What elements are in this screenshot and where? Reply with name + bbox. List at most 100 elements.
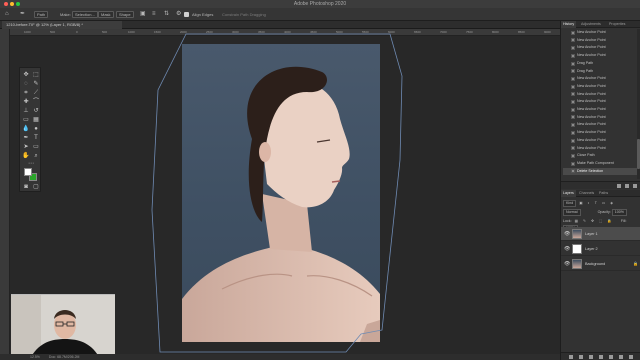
layer-row-background[interactable]: 👁 Background 🔒 — [561, 257, 640, 271]
filter-icons[interactable]: ▣ ◐ T ▭ ◈ — [579, 201, 615, 205]
history-brush-tool-icon[interactable]: ↺ — [32, 107, 40, 115]
crop-tool-icon[interactable]: ⌗ — [22, 89, 30, 97]
quick-mask-icon[interactable]: ◙ — [22, 183, 30, 191]
history-state-item[interactable]: Drag Path — [563, 60, 637, 68]
history-state-icon — [571, 84, 575, 89]
lasso-tool-icon[interactable]: ◌ — [22, 80, 30, 88]
history-state-icon — [571, 76, 575, 81]
history-state-label: New Anchor Point — [577, 137, 606, 142]
layer-row-layer-1[interactable]: 👁 Layer 1 — [561, 227, 640, 241]
brush-tool-icon[interactable]: ⌒ — [32, 98, 40, 106]
eyedropper-tool-icon[interactable]: ⟋ — [32, 89, 40, 97]
blend-mode-select[interactable]: Normal — [563, 209, 581, 216]
zoom-level[interactable]: 12.5% — [30, 355, 40, 359]
history-state-icon — [571, 138, 575, 143]
type-tool-icon[interactable]: T — [32, 134, 40, 142]
history-state-item[interactable]: Close Path — [563, 152, 637, 160]
link-layers-icon[interactable] — [569, 355, 573, 359]
zoom-tool-icon[interactable]: ⌕ — [32, 152, 40, 160]
layer-name[interactable]: Background — [585, 257, 605, 271]
opacity-label: Opacity: — [597, 210, 611, 214]
opacity-field[interactable]: 100% — [611, 209, 627, 216]
history-state-item[interactable]: New Anchor Point — [563, 106, 637, 114]
history-state-label: Delete Selection — [577, 168, 604, 173]
history-state-icon — [571, 169, 575, 174]
layers-panel-tabs: Layers Channels Paths — [561, 190, 640, 197]
history-state-item[interactable]: New Anchor Point — [563, 29, 637, 37]
visibility-eye-icon[interactable]: 👁 — [564, 231, 570, 237]
history-state-item[interactable]: New Anchor Point — [563, 91, 637, 99]
pen-tool-icon[interactable]: ✒ — [22, 134, 30, 142]
marquee-tool-icon[interactable]: ⬚ — [32, 71, 40, 79]
blur-tool-icon[interactable]: 💧 — [22, 125, 30, 133]
tab-properties[interactable]: Properties — [607, 21, 627, 28]
adjustment-layer-icon[interactable] — [599, 355, 603, 359]
history-state-item[interactable]: Drag Path — [563, 68, 637, 76]
path-selection-tool-icon[interactable]: ➤ — [22, 143, 30, 151]
history-state-item[interactable]: New Anchor Point — [563, 98, 637, 106]
history-state-label: New Anchor Point — [577, 107, 606, 111]
history-state-icon — [571, 100, 575, 105]
quick-select-tool-icon[interactable]: ✎ — [32, 80, 40, 88]
clone-stamp-tool-icon[interactable]: ⊥ — [22, 107, 30, 115]
spot-healing-tool-icon[interactable]: ✚ — [22, 98, 30, 106]
history-state-item[interactable]: New Anchor Point — [563, 75, 637, 83]
history-state-icon — [571, 130, 575, 135]
add-mask-icon[interactable] — [589, 355, 593, 359]
history-state-label: New Anchor Point — [577, 30, 606, 34]
fx-icon[interactable] — [579, 355, 583, 359]
history-state-item[interactable]: New Anchor Point — [563, 44, 637, 52]
hand-tool-icon[interactable]: ✋ — [22, 152, 30, 160]
history-state-item[interactable]: New Anchor Point — [563, 129, 637, 137]
new-document-from-state-icon[interactable] — [617, 184, 621, 188]
layer-name[interactable]: Layer 2 — [585, 242, 598, 256]
document-info[interactable]: Doc: 68.7M/206.2M — [49, 355, 80, 359]
history-state-item[interactable]: New Anchor Point — [563, 145, 637, 153]
dodge-tool-icon[interactable]: ● — [32, 125, 40, 133]
history-state-label: New Anchor Point — [577, 91, 606, 96]
history-state-item[interactable]: New Anchor Point — [563, 137, 637, 145]
webcam-overlay — [11, 294, 115, 356]
history-state-item[interactable]: New Anchor Point — [563, 83, 637, 91]
tab-layers[interactable]: Layers — [561, 190, 576, 197]
trash-icon[interactable] — [633, 184, 637, 188]
lock-icons[interactable]: ▦ ✎ ✥ ⬚ 🔒 — [575, 219, 614, 223]
tools-panel: ✥ ⬚ ◌ ✎ ⌗ ⟋ ✚ ⌒ ⊥ ↺ ▭ ▦ 💧 ● ✒ T ➤ ▭ ✋ ⌕ … — [19, 67, 41, 192]
history-panel-tabs: History Adjustments Properties — [561, 21, 640, 28]
delete-layer-trash-icon[interactable] — [629, 355, 633, 359]
history-state-icon — [571, 30, 575, 35]
history-state-item[interactable]: New Anchor Point — [563, 37, 637, 45]
visibility-eye-icon[interactable]: 👁 — [564, 261, 570, 267]
new-layer-icon[interactable] — [619, 355, 623, 359]
history-state-label: Close Path — [577, 153, 595, 158]
visibility-eye-icon[interactable]: 👁 — [564, 246, 570, 252]
layer-name[interactable]: Layer 1 — [585, 227, 598, 241]
history-state-item[interactable]: Make Path Component — [563, 160, 637, 168]
history-state-item[interactable]: Delete Selection — [563, 167, 637, 176]
lock-row: Lock: ▦ ✎ ✥ ⬚ 🔒 Fill: 100% — [563, 218, 640, 232]
tab-channels[interactable]: Channels — [577, 190, 596, 197]
kind-filter-select[interactable]: Kind — [563, 200, 577, 207]
gradient-tool-icon[interactable]: ▦ — [32, 116, 40, 124]
history-state-item[interactable]: New Anchor Point — [563, 52, 637, 60]
foreground-color-swatch[interactable] — [24, 168, 32, 176]
blend-row: Normal Opacity: 100% — [563, 209, 629, 216]
layer-thumbnail — [572, 259, 582, 269]
history-state-item[interactable]: New Anchor Point — [563, 114, 637, 122]
history-state-label: New Anchor Point — [577, 130, 606, 135]
tab-history[interactable]: History — [561, 21, 577, 28]
snapshot-camera-icon[interactable] — [625, 184, 629, 188]
move-tool-icon[interactable]: ✥ — [22, 71, 30, 79]
history-state-icon — [571, 38, 575, 43]
group-folder-icon[interactable] — [609, 355, 613, 359]
tab-adjustments[interactable]: Adjustments — [579, 21, 603, 28]
history-state-icon — [571, 123, 575, 128]
tab-paths[interactable]: Paths — [597, 190, 610, 197]
eraser-tool-icon[interactable]: ▭ — [22, 116, 30, 124]
rectangle-tool-icon[interactable]: ▭ — [32, 143, 40, 151]
history-list[interactable]: New Anchor Point New Anchor Point New Anch… — [563, 29, 637, 179]
more-tools-icon[interactable]: ⋯ — [27, 160, 35, 168]
layer-row-layer-2[interactable]: 👁 Layer 2 — [561, 242, 640, 256]
screen-mode-icon[interactable]: ▢ — [32, 183, 40, 191]
history-state-item[interactable]: New Anchor Point — [563, 121, 637, 129]
